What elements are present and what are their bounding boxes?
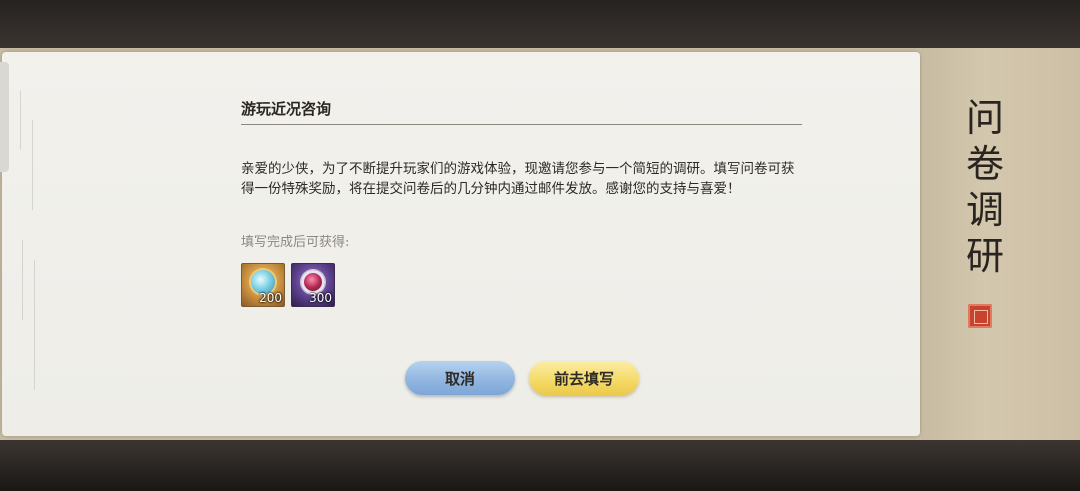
go-fill-button[interactable]: 前去填写 xyxy=(529,361,639,395)
reward-count: 200 xyxy=(259,291,282,305)
left-edge-tab xyxy=(0,62,9,172)
background-top xyxy=(0,0,1080,48)
side-title-char: 研 xyxy=(965,234,1004,278)
side-title-char: 问 xyxy=(965,96,1004,140)
side-title-char: 卷 xyxy=(965,142,1004,186)
cancel-button[interactable]: 取消 xyxy=(405,361,515,395)
decorative-faint-script xyxy=(16,60,46,430)
reward-item-1[interactable]: 200 xyxy=(241,263,285,307)
side-title-char: 调 xyxy=(965,188,1004,232)
reward-count: 300 xyxy=(309,291,332,305)
title-divider xyxy=(241,124,802,125)
reward-item-2[interactable]: 300 xyxy=(291,263,335,307)
side-title: 问 卷 调 研 xyxy=(955,95,1015,279)
dialog-title: 游玩近况咨询 xyxy=(241,100,332,118)
reward-label: 填写完成后可获得: xyxy=(241,235,350,250)
seal-stamp-icon xyxy=(968,304,992,328)
dialog-message: 亲爱的少侠，为了不断提升玩家们的游戏体验，现邀请您参与一个简短的调研。填写问卷可… xyxy=(241,161,795,197)
background-bottom xyxy=(0,440,1080,491)
